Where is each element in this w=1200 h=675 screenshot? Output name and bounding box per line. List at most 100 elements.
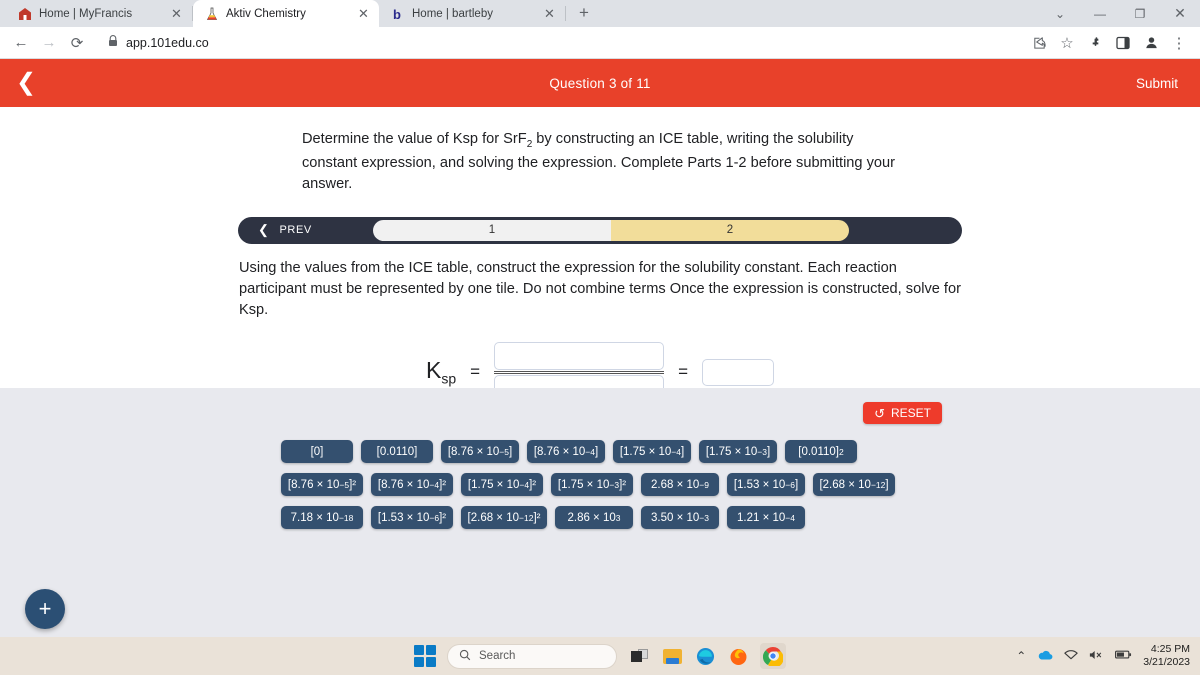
tile-exponent: −5 [339,479,350,490]
tab-search-chevron-down-icon[interactable]: ⌄ [1040,0,1080,27]
parts-progress-bar: ❮ PREV 1 2 [238,216,962,244]
tile-base: [8.76 × 10 [533,445,586,458]
tile-base: [1.75 × 10 [557,478,610,491]
tile-base: [1.75 × 10 [705,445,758,458]
tile-exponent: −6 [785,479,795,490]
submit-button[interactable]: Submit [1136,76,1178,91]
add-button[interactable]: + [25,589,65,629]
window-controls: ⌄ — ❐ ✕ [1040,0,1200,27]
side-panel-icon[interactable] [1110,30,1136,56]
tile-base: 1.21 × 10 [737,511,786,524]
tile-exponent: −9 [699,479,709,490]
tile-exponent: −6 [429,512,440,523]
start-button-icon[interactable] [414,645,436,667]
tile-suffix: ] [767,445,771,458]
task-view-icon[interactable] [628,645,650,667]
tile-exponent: −4 [519,479,530,490]
tile-base: [1.75 × 10 [467,478,520,491]
answer-tile[interactable]: [1.53 × 10 −6] [727,473,805,496]
tab-favicon-myfrancis [17,6,32,21]
browser-menu-icon[interactable]: ⋮ [1166,30,1192,56]
ksp-symbol: K [425,357,442,384]
prev-button[interactable]: ❮ PREV [241,222,373,238]
question-counter-title: Question 3 of 11 [549,75,651,91]
tab-close-0[interactable]: ✕ [169,6,184,21]
search-icon [459,649,471,664]
extensions-puzzle-icon[interactable] [1082,30,1108,56]
answer-tile[interactable]: [8.76 × 10 −5] [441,440,519,463]
numerator-drop-slot[interactable] [494,341,665,370]
minimize-button[interactable]: — [1080,0,1120,27]
system-tray: ⌃ 4:25 PM 3/21/2023 [1016,643,1190,669]
firefox-icon[interactable] [727,645,749,667]
tile-exponent: −4 [671,446,681,457]
volume-muted-icon[interactable] [1089,649,1104,664]
address-bar[interactable]: app.101edu.co [98,31,1024,55]
taskbar-clock[interactable]: 4:25 PM 3/21/2023 [1143,643,1190,669]
browser-tab-1[interactable]: Aktiv Chemistry ✕ [193,0,379,27]
reset-button[interactable]: ↺ RESET [863,402,942,424]
tab-close-2[interactable]: ✕ [542,6,557,21]
browser-tab-2[interactable]: b Home | bartleby ✕ [379,0,565,27]
close-window-button[interactable]: ✕ [1160,0,1200,27]
answer-tile[interactable]: [0.0110] [361,440,433,463]
tile-base: [2.68 × 10 [819,478,871,491]
tile-base: [8.76 × 10 [287,478,340,491]
answer-tiles: [0] [0.0110] [8.76 × 10 −5] [8.76 × 10 −4] [1.… [0,440,1200,529]
reset-arrow-icon: ↺ [874,405,885,421]
bookmark-star-icon[interactable]: ☆ [1054,30,1080,56]
wifi-icon[interactable] [1064,649,1078,663]
answer-tile[interactable]: 3.50 × 10 −3 [641,506,719,529]
answer-tile[interactable]: [2.68 × 10 −12]² [461,506,547,529]
answer-tile[interactable]: [1.53 × 10 −6]² [371,506,453,529]
forward-arrow-icon[interactable]: → [36,30,62,56]
browser-window: Home | MyFrancis ✕ Aktiv Chemistry ✕ b H… [0,0,1200,675]
answer-tile[interactable]: [8.76 × 10 −4] [527,440,605,463]
tile-base: [1.75 × 10 [619,445,672,458]
tile-exponent: 2 [838,446,844,457]
taskbar-time: 4:25 PM [1150,642,1190,655]
profile-avatar-icon[interactable] [1138,30,1164,56]
answer-tile[interactable]: [2.68 × 10 −12] [813,473,895,496]
back-arrow-icon[interactable]: ← [8,30,34,56]
google-chrome-icon[interactable] [760,643,786,669]
toolbar-right-icons: ☆ ⋮ [1026,30,1192,56]
answer-tile[interactable]: [0.0110] 2 [785,440,857,463]
ksp-label: Ksp [426,357,456,387]
answer-tile[interactable]: 1.21 × 10 −4 [727,506,805,529]
answer-tile[interactable]: 7.18 × 10 −18 [281,506,363,529]
tab-favicon-aktiv-chemistry [204,6,219,21]
answer-tile[interactable]: [0] [281,440,353,463]
taskbar-search-input[interactable]: Search [447,643,617,669]
question-prompt: Determine the value of Ksp for SrF2 by c… [302,129,902,196]
tile-base: 2.86 × 10 [567,511,616,524]
share-icon[interactable] [1026,30,1052,56]
answer-tile[interactable]: [8.76 × 10 −5]² [281,473,363,496]
answer-tile[interactable]: 2.86 × 10 3 [555,506,633,529]
reset-row: ↺ RESET [0,402,1200,424]
tile-suffix: ]² [533,511,541,524]
answer-tile[interactable]: [1.75 × 10 −3]² [551,473,633,496]
part-step-1[interactable]: 1 [373,219,611,241]
answer-tile[interactable]: [1.75 × 10 −3] [699,440,777,463]
browser-tab-0[interactable]: Home | MyFrancis ✕ [6,0,192,27]
answer-tile[interactable]: [8.76 × 10 −4]² [371,473,453,496]
reload-icon[interactable]: ⟳ [64,30,90,56]
tab-close-1[interactable]: ✕ [356,6,371,21]
tile-base: [1.53 × 10 [377,511,430,524]
part-step-2[interactable]: 2 [611,219,849,241]
answer-drop-slot[interactable] [702,358,774,386]
tray-overflow-chevron-up-icon[interactable]: ⌃ [1016,649,1026,663]
answer-tile[interactable]: 2.68 × 10 −9 [641,473,719,496]
tab-favicon-bartleby: b [390,6,405,21]
tile-exponent: 3 [615,512,621,523]
new-tab-button[interactable]: + [571,0,597,26]
onedrive-cloud-icon[interactable] [1037,649,1053,664]
microsoft-edge-icon[interactable] [694,645,716,667]
battery-icon[interactable] [1115,649,1132,663]
answer-tile[interactable]: [1.75 × 10 −4] [613,440,691,463]
maximize-button[interactable]: ❐ [1120,0,1160,27]
equals-sign-1: = [470,362,481,382]
answer-tile[interactable]: [1.75 × 10 −4]² [461,473,543,496]
file-explorer-icon[interactable] [661,645,683,667]
